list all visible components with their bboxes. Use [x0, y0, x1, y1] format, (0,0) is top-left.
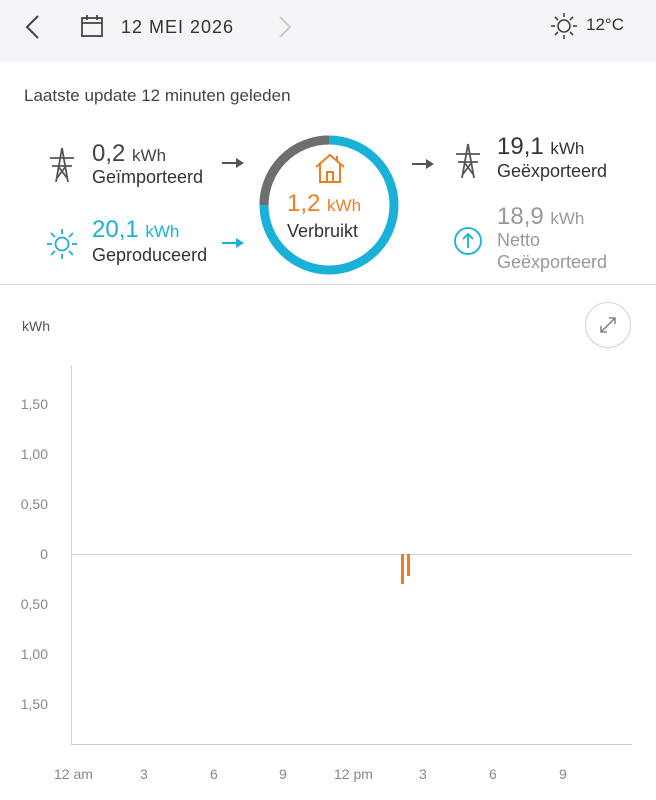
- y-tick: 1,50: [20, 696, 48, 712]
- last-update-text: Laatste update 12 minuten geleden: [24, 86, 291, 105]
- x-tick: 6: [489, 766, 497, 782]
- section-divider: [0, 284, 656, 285]
- imported-value: 0,2 kWh: [92, 140, 167, 167]
- chevron-left-icon[interactable]: [22, 13, 44, 41]
- net-label-line2: Geëxporteerd: [497, 252, 608, 272]
- y-axis: [71, 365, 72, 745]
- y-tick: 0: [40, 546, 48, 562]
- consumed-value: 1,2 kWh: [287, 190, 362, 217]
- net-value: 18,9 kWh: [497, 203, 585, 230]
- net-label-line1: Netto: [497, 230, 541, 250]
- x-tick: 9: [559, 766, 567, 782]
- zero-line: [71, 554, 632, 555]
- arrow-right-icon: [222, 238, 244, 248]
- x-tick: 9: [279, 766, 287, 782]
- expand-icon: [600, 317, 616, 333]
- arrow-right-icon: [412, 159, 434, 169]
- exported-value: 19,1 kWh: [497, 133, 585, 160]
- top-bar: 12 MEI 2026 12°C: [0, 0, 656, 62]
- arrow-up-circle-icon: [454, 227, 482, 255]
- y-tick: 0,50: [20, 496, 48, 512]
- exported-label: Geëxporteerd: [497, 161, 608, 181]
- sun-icon: [551, 13, 577, 39]
- pylon-icon: [50, 147, 74, 183]
- y-tick: 0,50: [20, 596, 48, 612]
- sun-icon: [47, 229, 77, 259]
- y-tick: 1,50: [20, 396, 48, 412]
- x-axis: [71, 744, 632, 745]
- x-tick: 12 pm: [334, 766, 373, 782]
- x-tick: 3: [419, 766, 427, 782]
- arrow-right-icon: [222, 158, 244, 168]
- produced-value: 20,1 kWh: [92, 216, 180, 243]
- y-tick: 1,00: [20, 446, 48, 462]
- current-date[interactable]: 12 MEI 2026: [121, 17, 234, 38]
- y-tick: 1,00: [20, 646, 48, 662]
- y-axis-unit: kWh: [22, 318, 50, 334]
- expand-chart-button[interactable]: [585, 302, 631, 348]
- chart-bar: [401, 554, 405, 584]
- chevron-right-icon[interactable]: [276, 14, 294, 40]
- chart-bar: [407, 554, 411, 576]
- pylon-icon: [456, 143, 480, 179]
- produced-label: Geproduceerd: [92, 245, 208, 265]
- house-icon: [315, 153, 345, 183]
- x-tick: 3: [140, 766, 148, 782]
- temperature: 12°C: [586, 15, 624, 34]
- imported-label: Geïmporteerd: [92, 167, 204, 187]
- x-tick: 6: [210, 766, 218, 782]
- x-tick: 12 am: [54, 766, 93, 782]
- consumed-label: Verbruikt: [287, 221, 359, 241]
- calendar-icon[interactable]: [80, 14, 104, 38]
